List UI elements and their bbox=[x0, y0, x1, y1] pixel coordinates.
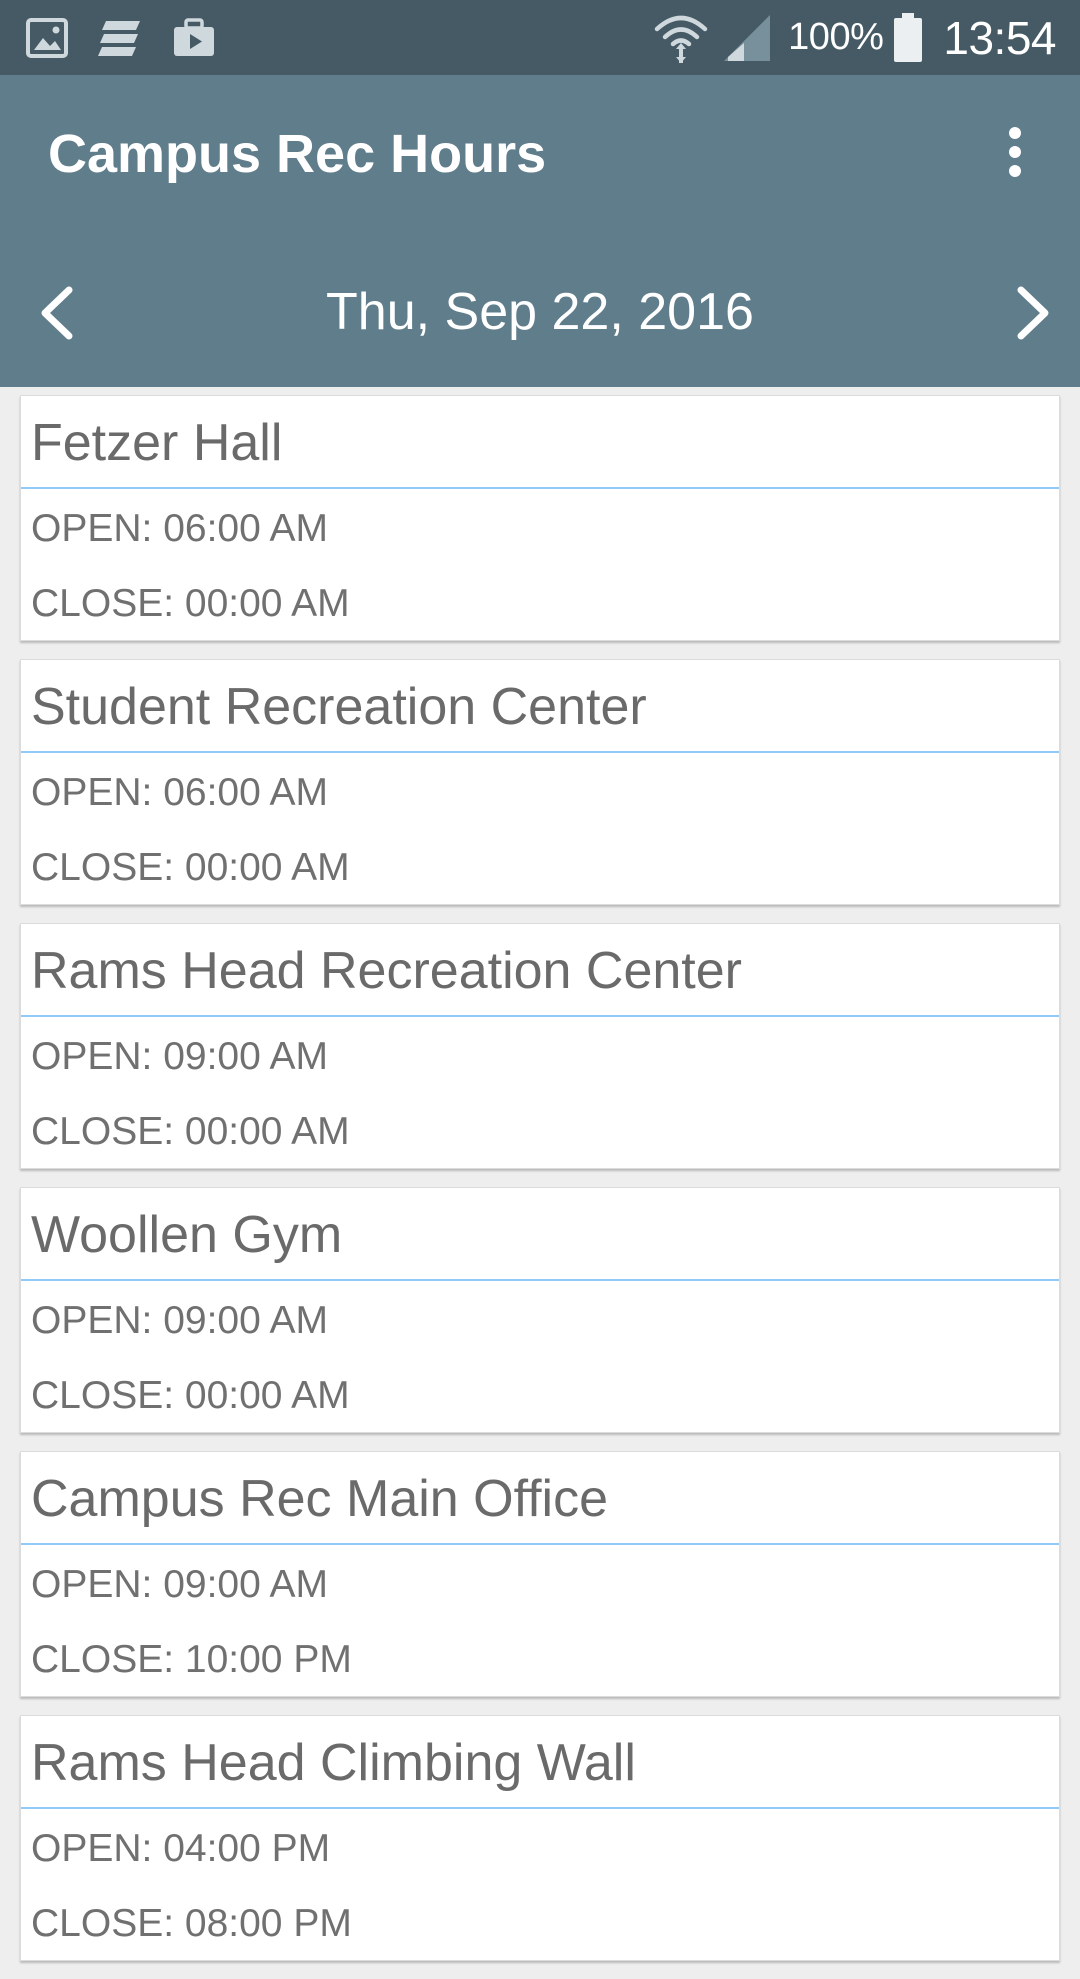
close-time: CLOSE: 00:00 AM bbox=[31, 582, 350, 625]
facility-card[interactable]: Rams Head Recreation Center OPEN: 09:00 … bbox=[20, 923, 1060, 1169]
current-date: Thu, Sep 22, 2016 bbox=[326, 283, 754, 341]
status-notification-icons bbox=[26, 0, 216, 75]
open-time: OPEN: 09:00 AM bbox=[31, 1299, 328, 1342]
close-time: CLOSE: 08:00 PM bbox=[31, 1902, 352, 1945]
facility-card[interactable]: Woollen Gym OPEN: 09:00 AM CLOSE: 00:00 … bbox=[20, 1187, 1060, 1433]
overflow-menu-button[interactable] bbox=[980, 119, 1050, 189]
card-divider bbox=[21, 751, 1059, 753]
card-divider bbox=[21, 1807, 1059, 1809]
open-time: OPEN: 09:00 AM bbox=[31, 1563, 328, 1606]
facility-card[interactable]: Fetzer Hall OPEN: 06:00 AM CLOSE: 00:00 … bbox=[20, 395, 1060, 641]
clock: 13:54 bbox=[943, 11, 1056, 64]
news-icon bbox=[98, 19, 142, 57]
status-bar: 100% 13:54 bbox=[0, 0, 1080, 75]
facility-card[interactable]: Campus Rec Main Office OPEN: 09:00 AM CL… bbox=[20, 1451, 1060, 1697]
card-divider bbox=[21, 1015, 1059, 1017]
open-time: OPEN: 06:00 AM bbox=[31, 507, 328, 550]
close-time: CLOSE: 00:00 AM bbox=[31, 1374, 350, 1417]
close-time: CLOSE: 00:00 AM bbox=[31, 1110, 350, 1153]
overflow-menu-icon bbox=[1008, 126, 1022, 183]
open-time: OPEN: 04:00 PM bbox=[31, 1827, 331, 1870]
facility-name: Woollen Gym bbox=[31, 1206, 343, 1264]
app-bar: Campus Rec Hours Thu, Sep 22, 2016 bbox=[0, 75, 1080, 387]
date-navigator: Thu, Sep 22, 2016 bbox=[0, 265, 1080, 365]
open-time: OPEN: 09:00 AM bbox=[31, 1035, 328, 1078]
facility-name: Fetzer Hall bbox=[31, 414, 283, 472]
open-time: OPEN: 06:00 AM bbox=[31, 771, 328, 814]
card-divider bbox=[21, 487, 1059, 489]
gallery-icon bbox=[26, 17, 68, 58]
close-time: CLOSE: 00:00 AM bbox=[31, 846, 350, 889]
chevron-right-icon bbox=[1013, 285, 1053, 346]
close-time: CLOSE: 10:00 PM bbox=[31, 1638, 352, 1681]
facility-card[interactable]: Rams Head Climbing Wall OPEN: 04:00 PM C… bbox=[20, 1715, 1060, 1961]
briefcase-play-icon bbox=[172, 17, 216, 58]
facility-name: Campus Rec Main Office bbox=[31, 1470, 609, 1528]
status-system-icons: 100% 13:54 bbox=[654, 0, 1056, 75]
facility-card[interactable]: Student Recreation Center OPEN: 06:00 AM… bbox=[20, 659, 1060, 905]
next-day-button[interactable] bbox=[998, 275, 1068, 355]
card-divider bbox=[21, 1279, 1059, 1281]
wifi-icon bbox=[654, 11, 708, 65]
card-divider bbox=[21, 1543, 1059, 1545]
signal-icon bbox=[722, 13, 772, 63]
page-title: Campus Rec Hours bbox=[48, 124, 547, 184]
battery-icon bbox=[893, 12, 923, 63]
facility-name: Student Recreation Center bbox=[31, 678, 647, 736]
facility-name: Rams Head Recreation Center bbox=[31, 942, 742, 1000]
facility-name: Rams Head Climbing Wall bbox=[31, 1734, 636, 1792]
battery-percent: 100% bbox=[788, 16, 884, 58]
facility-list: Fetzer Hall OPEN: 06:00 AM CLOSE: 00:00 … bbox=[20, 395, 1060, 1979]
